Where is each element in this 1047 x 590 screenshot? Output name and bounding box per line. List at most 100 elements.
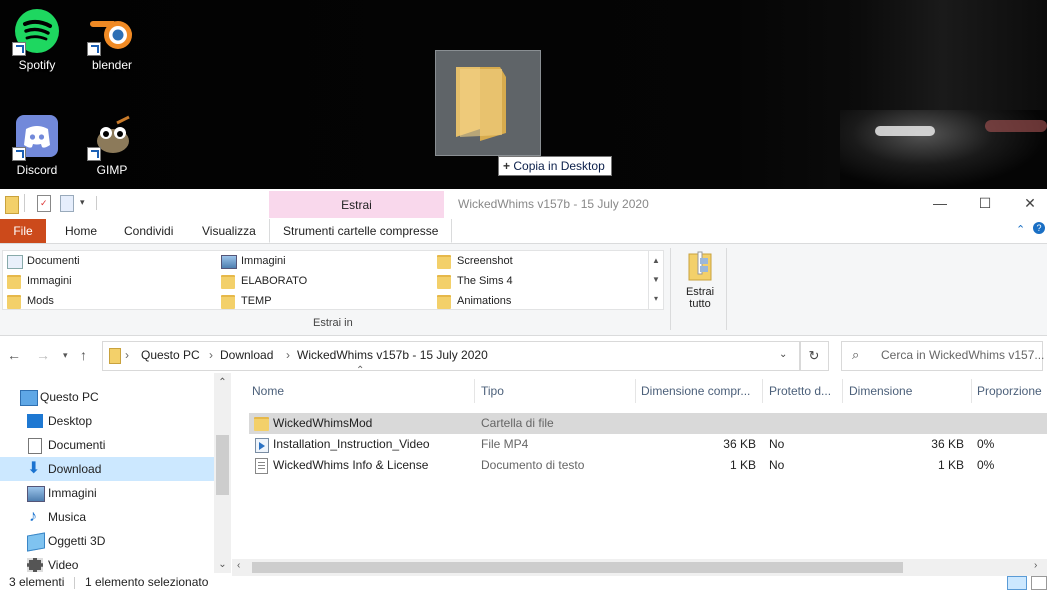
column-header-compressed-size[interactable]: Dimensione compr... (635, 379, 763, 403)
file-name: Installation_Instruction_Video (273, 437, 430, 451)
shortcut-arrow-icon (12, 147, 26, 161)
file-row[interactable]: WickedWhimsMod Cartella di file (249, 413, 1047, 434)
plus-icon: + (503, 159, 511, 173)
desktop-icon-label: blender (91, 58, 133, 72)
gallery-item[interactable]: Documenti (5, 251, 80, 271)
tab-compressed-folder-tools[interactable]: Strumenti cartelle compresse (269, 219, 453, 243)
nav-item-pictures[interactable]: Immagini (0, 481, 214, 505)
context-tab-extract[interactable]: Estrai (269, 191, 444, 218)
shortcut-arrow-icon (12, 42, 26, 56)
nav-item-3d-objects[interactable]: Oggetti 3D (0, 529, 214, 553)
file-row[interactable]: WickedWhims Info & License Documento di … (249, 455, 1047, 476)
gallery-item[interactable]: Immagini (219, 251, 286, 271)
scroll-right-icon[interactable]: › (1034, 560, 1037, 571)
refresh-icon: ↻ (808, 348, 820, 363)
maximize-button[interactable]: ☐ (962, 189, 1008, 219)
computer-icon (20, 390, 38, 406)
breadcrumb-current-folder[interactable]: WickedWhims v157b - 15 July 2020 (297, 348, 488, 362)
nav-item-label: Download (48, 462, 102, 476)
file-row[interactable]: Installation_Instruction_Video File MP4 … (249, 434, 1047, 455)
properties-icon[interactable]: ✓ (37, 195, 51, 212)
desktop-icon-discord[interactable]: Discord (2, 113, 72, 177)
search-box[interactable]: ⌕ Cerca in WickedWhims v157... (841, 341, 1044, 371)
gallery-item[interactable]: Immagini (5, 271, 72, 291)
collapse-ribbon-icon[interactable]: ⌃ (1016, 223, 1025, 236)
file-compressed-size: 1 KB (729, 458, 756, 472)
scroll-up-icon[interactable]: ▲ (649, 251, 663, 270)
tab-home[interactable]: Home (52, 219, 110, 243)
breadcrumb-this-pc[interactable]: Questo PC (141, 348, 200, 362)
gallery-scrollbar[interactable]: ▲ ▼ ▾ (648, 251, 663, 309)
nav-scrollbar-thumb[interactable] (216, 435, 229, 495)
details-view-icon[interactable] (1007, 576, 1027, 590)
forward-arrow-icon[interactable]: → (36, 347, 50, 363)
tab-share[interactable]: Condividi (111, 219, 186, 243)
gallery-item-label: The Sims 4 (457, 275, 513, 287)
gallery-item-label: Animations (457, 295, 512, 307)
desktop-icon-gimp[interactable]: GIMP (77, 113, 147, 177)
column-header-name[interactable]: Nome (246, 379, 475, 403)
extract-all-label-line2: tutto (689, 298, 711, 310)
gallery-item[interactable]: Screenshot (435, 251, 513, 271)
address-bar[interactable]: › Questo PC › Download › WickedWhims v15… (102, 341, 801, 371)
sort-ascending-icon: ⌃ (356, 365, 365, 376)
file-size: 36 KB (931, 437, 964, 451)
new-folder-icon[interactable] (60, 195, 74, 212)
scroll-up-icon[interactable]: ⌃ (214, 377, 231, 388)
gallery-item-label: TEMP (241, 295, 272, 307)
search-icon: ⌕ (852, 347, 860, 362)
gallery-item[interactable]: Animations (435, 291, 511, 311)
refresh-button[interactable]: ↻ (799, 341, 829, 371)
folder-icon (221, 275, 235, 289)
scroll-down-icon[interactable]: ▼ (649, 270, 663, 289)
tab-view[interactable]: Visualizza (189, 219, 269, 243)
address-dropdown-icon[interactable]: ⌄ (779, 349, 787, 360)
column-header-protected[interactable]: Protetto d... (763, 379, 843, 403)
desktop-icon-label: GIMP (96, 163, 128, 177)
folder-icon (437, 275, 451, 289)
scroll-down-icon[interactable]: ⌄ (214, 559, 231, 570)
extract-all-button[interactable]: Estrai tutto (678, 250, 722, 310)
chevron-right-icon[interactable]: › (125, 348, 129, 362)
minimize-button[interactable]: — (917, 189, 963, 219)
chevron-right-icon[interactable]: › (209, 348, 213, 362)
up-arrow-icon[interactable]: ↑ (80, 347, 87, 363)
video-file-icon (255, 438, 269, 453)
chevron-right-icon[interactable]: › (286, 348, 290, 362)
nav-item-music[interactable]: ♪ Musica (0, 505, 214, 529)
help-icon[interactable]: ? (1033, 222, 1045, 234)
blender-icon (87, 8, 135, 56)
column-header-type[interactable]: Tipo (475, 379, 636, 403)
horizontal-scrollbar-thumb[interactable] (252, 562, 903, 573)
file-ratio: 0% (977, 458, 995, 472)
gallery-item[interactable]: The Sims 4 (435, 271, 513, 291)
gimp-icon (87, 113, 135, 161)
title-bar[interactable]: ✓ ▾ Estrai WickedWhims v157b - 15 July 2… (0, 189, 1047, 219)
file-size: 1 KB (937, 458, 964, 472)
scroll-left-icon[interactable]: ‹ (237, 560, 240, 571)
nav-item-desktop[interactable]: Desktop (0, 409, 214, 433)
gallery-item[interactable]: ELABORATO (219, 271, 307, 291)
gallery-expand-icon[interactable]: ▾ (649, 289, 663, 308)
gallery-item[interactable]: TEMP (219, 291, 272, 311)
column-header-size[interactable]: Dimensione (843, 379, 972, 403)
tab-file[interactable]: File (0, 219, 46, 243)
nav-item-this-pc[interactable]: Questo PC (0, 385, 214, 409)
desktop-icon-spotify[interactable]: Spotify (2, 8, 72, 72)
recent-locations-icon[interactable]: ▾ (63, 350, 68, 361)
nav-item-download[interactable]: ⬇ Download (0, 457, 214, 481)
desktop-icon-label: Spotify (18, 58, 56, 72)
breadcrumb-download[interactable]: Download (220, 348, 273, 362)
customize-toolbar-icon[interactable]: ▾ (80, 197, 85, 208)
extract-to-gallery: Documenti Immagini Mods Immagini ELABORA… (2, 250, 664, 310)
column-header-ratio[interactable]: Proporzione (971, 379, 1047, 403)
nav-item-documents[interactable]: Documenti (0, 433, 214, 457)
back-arrow-icon[interactable]: ← (7, 347, 21, 363)
gallery-item[interactable]: Mods (5, 291, 54, 311)
large-icons-view-icon[interactable] (1031, 576, 1047, 590)
nav-item-videos[interactable]: Video (0, 553, 214, 577)
desktop-icon-blender[interactable]: blender (77, 8, 147, 72)
search-input[interactable]: Cerca in WickedWhims v157... (881, 348, 1044, 362)
window-title: WickedWhims v157b - 15 July 2020 (458, 197, 649, 211)
close-button[interactable]: ✕ (1007, 189, 1047, 219)
